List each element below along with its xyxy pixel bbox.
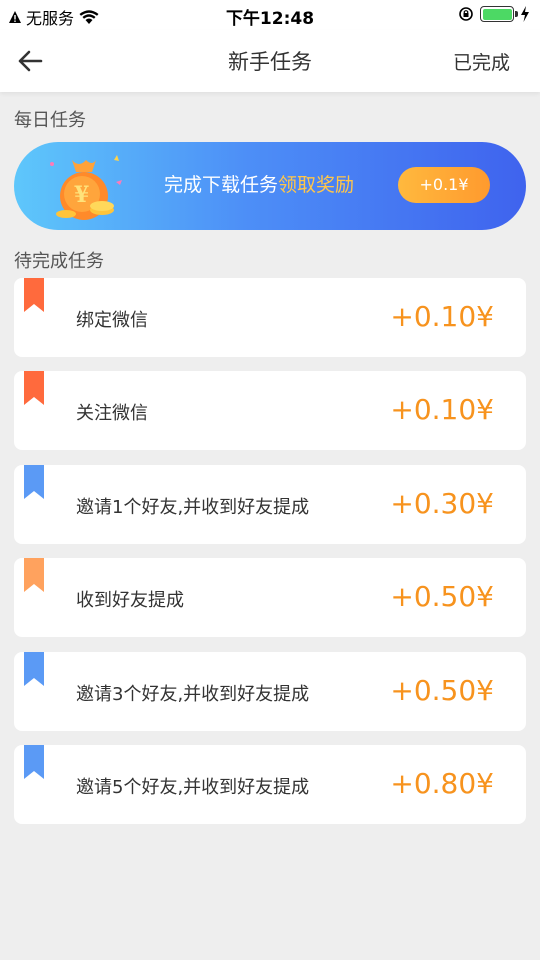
charging-icon (521, 6, 529, 22)
pending-section-title: 待完成任务 (14, 251, 104, 272)
bookmark-ribbon-icon (24, 558, 44, 592)
task-card[interactable]: 邀请1个好友,并收到好友提成 +0.30¥ (14, 465, 526, 544)
task-label: 绑定微信 (76, 310, 148, 331)
task-label: 邀请5个好友,并收到好友提成 (76, 777, 310, 798)
task-reward: +0.50¥ (390, 580, 494, 613)
bookmark-ribbon-icon (24, 652, 44, 686)
status-right (458, 6, 530, 22)
back-button[interactable] (16, 44, 56, 78)
arrow-left-icon (18, 50, 43, 72)
bookmark-ribbon-icon (24, 371, 44, 405)
task-reward: +0.10¥ (390, 393, 494, 426)
task-card[interactable]: 收到好友提成 +0.50¥ (14, 558, 526, 637)
task-label: 邀请3个好友,并收到好友提成 (76, 684, 310, 705)
daily-reward-pill[interactable]: +0.1¥ (398, 167, 490, 203)
battery-icon (480, 6, 518, 22)
completed-button[interactable]: 已完成 (453, 48, 510, 75)
bookmark-ribbon-icon (24, 465, 44, 499)
nav-bar: 新手任务 已完成 (0, 30, 540, 92)
bookmark-ribbon-icon (24, 745, 44, 779)
svg-text:¥: ¥ (74, 182, 89, 208)
daily-task-banner[interactable]: ¥ 完成下载任务领取奖励 +0.1¥ (14, 142, 526, 230)
task-reward: +0.30¥ (390, 487, 494, 520)
banner-text: 完成下载任务领取奖励 (164, 170, 354, 197)
task-card[interactable]: 绑定微信 +0.10¥ (14, 278, 526, 357)
banner-main-text: 完成下载任务 (164, 174, 279, 196)
banner-highlight-text: 领取奖励 (278, 174, 355, 196)
daily-section-title: 每日任务 (14, 110, 86, 131)
task-label: 关注微信 (76, 403, 148, 424)
task-reward: +0.10¥ (390, 300, 494, 333)
task-label: 邀请1个好友,并收到好友提成 (76, 497, 310, 518)
task-card[interactable]: 邀请3个好友,并收到好友提成 +0.50¥ (14, 652, 526, 731)
rotation-lock-icon (459, 7, 473, 21)
task-reward: +0.50¥ (390, 674, 494, 707)
task-label: 收到好友提成 (76, 590, 184, 611)
task-card[interactable]: 邀请5个好友,并收到好友提成 +0.80¥ (14, 745, 526, 824)
status-bar: 无服务 下午12:48 (0, 0, 540, 30)
task-reward: +0.80¥ (390, 767, 494, 800)
bookmark-ribbon-icon (24, 278, 44, 312)
task-card[interactable]: 关注微信 +0.10¥ (14, 371, 526, 450)
money-bag-icon: ¥ (50, 155, 122, 220)
